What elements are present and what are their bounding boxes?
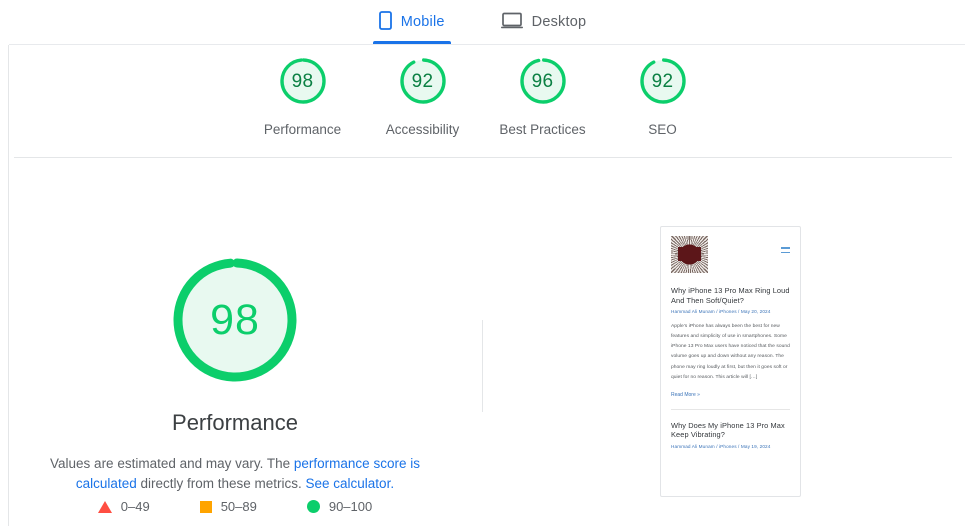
legend-range-poor: 0–49 <box>120 499 150 514</box>
legend-range-good: 90–100 <box>328 499 373 514</box>
article-2-title: Why Does My iPhone 13 Pro Max Keep Vibra… <box>671 420 785 440</box>
see-calculator-link[interactable]: See calculator. <box>306 476 395 491</box>
screenshot-article-1: Why iPhone 13 Pro Max Ring Loud And Then… <box>671 286 790 398</box>
performance-title: Performance <box>172 410 298 435</box>
category-score-summary: 98 Performance 92 Accessibility 96 Best … <box>0 55 965 137</box>
screenshot-header <box>671 236 790 273</box>
article-1-excerpt: Apple’s iPhone has always been the best … <box>671 324 790 380</box>
summary-label-performance: Performance <box>263 122 342 137</box>
summary-item-seo[interactable]: 92 SEO <box>603 55 723 137</box>
hamburger-menu-icon[interactable] <box>781 247 790 253</box>
section-divider <box>14 157 952 158</box>
performance-score-block: 98 Performance Values are estimated and … <box>15 248 455 494</box>
mini-score-seo: 92 <box>651 70 674 92</box>
article-separator <box>671 408 790 410</box>
summary-label-best-practices: Best Practices <box>499 122 586 137</box>
page-screenshot-panel: Why iPhone 13 Pro Max Ring Loud And Then… <box>660 226 801 497</box>
performance-score-value: 98 <box>210 295 260 344</box>
mobile-phone-icon <box>378 11 392 33</box>
tab-mobile[interactable]: Mobile <box>372 0 451 44</box>
triangle-swatch-icon <box>97 500 112 513</box>
mini-gauge-accessibility: 92 <box>397 55 449 107</box>
article-2-meta: Hammad Ali Munam / iPhones / May 19, 202… <box>671 443 771 449</box>
article-1-title: Why iPhone 13 Pro Max Ring Loud And Then… <box>671 286 790 305</box>
summary-label-accessibility: Accessibility <box>385 122 460 137</box>
summary-item-accessibility[interactable]: 92 Accessibility <box>363 55 483 137</box>
vertical-divider <box>482 320 483 412</box>
summary-item-performance[interactable]: 98 Performance <box>243 55 363 137</box>
mini-gauge-best-practices: 96 <box>517 55 569 107</box>
article-1-meta: Hammad Ali Munam / iPhones / May 20, 202… <box>671 309 771 315</box>
mini-gauge-performance: 98 <box>277 55 329 107</box>
tabstrip-divider <box>9 44 965 45</box>
legend-item-good: 90–100 <box>306 499 373 514</box>
circle-swatch-icon <box>306 500 320 513</box>
legend-item-poor: 0–49 <box>97 499 150 514</box>
desktop-monitor-icon <box>500 12 523 32</box>
score-legend: 0–49 50–89 90–100 <box>15 499 455 514</box>
mini-score-accessibility: 92 <box>411 70 434 92</box>
article-1-read-more-link[interactable]: Read More » <box>671 392 790 398</box>
tab-desktop-label: Desktop <box>531 14 587 30</box>
mini-score-performance: 98 <box>291 70 314 92</box>
desc-text-2: directly from these metrics. <box>136 476 306 491</box>
performance-gauge: 98 <box>163 248 307 392</box>
summary-label-seo: SEO <box>648 122 677 137</box>
mini-score-best-practices: 96 <box>531 70 554 92</box>
screenshot-article-2: Why Does My iPhone 13 Pro Max Keep Vibra… <box>671 421 790 450</box>
legend-item-average: 50–89 <box>199 499 257 514</box>
site-logo <box>671 236 708 273</box>
square-swatch-icon <box>199 500 212 513</box>
performance-description: Values are estimated and may vary. The p… <box>33 454 437 494</box>
form-factor-tabstrip: Mobile Desktop <box>0 0 965 45</box>
desc-text-1: Values are estimated and may vary. The <box>50 456 294 471</box>
mini-gauge-seo: 92 <box>637 55 689 107</box>
tab-mobile-label: Mobile <box>400 14 445 30</box>
summary-item-best-practices[interactable]: 96 Best Practices <box>483 55 603 137</box>
tab-desktop[interactable]: Desktop <box>495 0 593 44</box>
legend-range-average: 50–89 <box>220 499 257 514</box>
